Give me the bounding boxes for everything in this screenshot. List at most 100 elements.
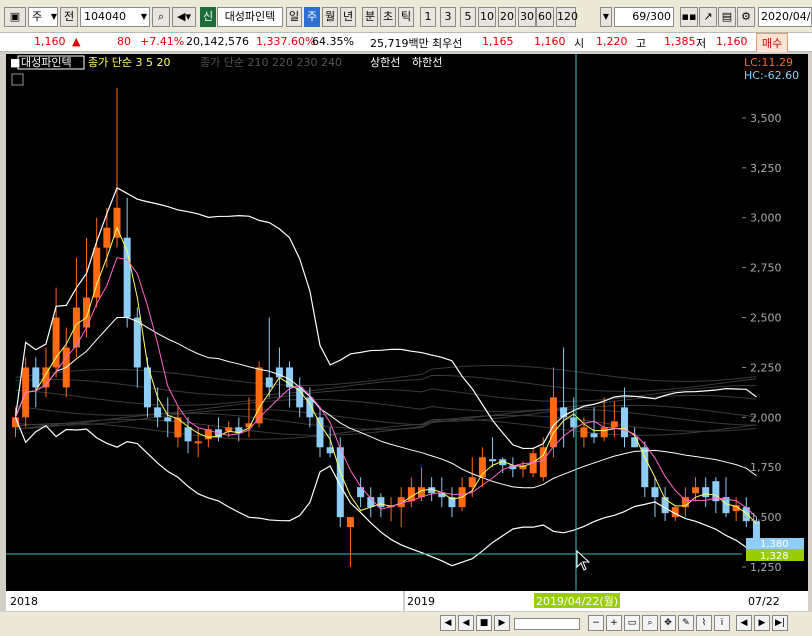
candle-body: [265, 377, 273, 388]
grid-icon: [11, 73, 24, 86]
legend-name: 대성파인텍: [21, 56, 72, 69]
interval-3[interactable]: 3: [440, 7, 456, 27]
open-price: 1,220: [596, 35, 628, 48]
settings-icon[interactable]: ⚙: [737, 7, 755, 27]
candle-body: [621, 407, 628, 438]
candle-body: [600, 427, 608, 438]
last-icon[interactable]: ▶|: [772, 615, 788, 631]
y-tick-label: 1,750: [750, 461, 782, 474]
candle-body: [154, 407, 162, 418]
zoom-out-icon[interactable]: −: [588, 615, 604, 631]
candle-body: [225, 427, 233, 432]
play-icon[interactable]: ▶: [494, 615, 510, 631]
candle-body: [489, 459, 497, 462]
quote-bar: 1,160 ▲ 80 +7.41% 20,142,576 1,337.60% 6…: [0, 32, 812, 53]
y-tick-label: 1,250: [750, 561, 782, 574]
tab-day[interactable]: 일: [286, 7, 302, 27]
low-price: 1,160: [716, 35, 748, 48]
tab-month[interactable]: 월: [322, 7, 338, 27]
search-zoom-icon[interactable]: ⌕: [642, 615, 658, 631]
candle-body: [103, 227, 111, 248]
x-label-2018: 2018: [10, 595, 38, 608]
screen-menu-icon[interactable]: ▣: [4, 7, 26, 27]
tab-year[interactable]: 년: [340, 7, 356, 27]
pan-icon[interactable]: ✥: [660, 615, 676, 631]
legend-square-icon: ■: [10, 56, 20, 69]
y-tick-label: 3,250: [750, 162, 782, 175]
interval-dropdown-icon[interactable]: ▼: [600, 7, 612, 27]
y-tick-label: 1,500: [750, 511, 782, 524]
ask-price: 1,165: [482, 35, 514, 48]
change-percent: +7.41%: [140, 35, 185, 48]
nav-prev-icon[interactable]: ◀: [736, 615, 752, 631]
x-label-2019: 2019: [407, 595, 435, 608]
candle-body: [184, 427, 192, 442]
hc-label: HC:-62.60: [744, 69, 799, 82]
interval-60[interactable]: 60: [536, 7, 554, 27]
scroll-left-icon[interactable]: ◀: [440, 615, 456, 631]
x-label-last: 07/22: [748, 595, 780, 608]
save-icon[interactable]: ▤: [718, 7, 736, 27]
date-field[interactable]: 2020/04/: [758, 7, 812, 27]
search-icon[interactable]: ⌕: [152, 7, 170, 27]
type-select[interactable]: 주 ▼: [28, 7, 58, 27]
zoom-in-icon[interactable]: +: [606, 615, 622, 631]
info-icon[interactable]: i: [714, 615, 730, 631]
crosshair-date: 2019/04/22(월): [536, 595, 618, 608]
up-arrow-icon: ▲: [72, 35, 81, 48]
lc-label: LC:11.29: [744, 56, 793, 69]
chart-area[interactable]: 3,500 3,250 3,000 2,750 2,500 2,250 2,000 1,750…: [0, 52, 812, 612]
candlestick-chart[interactable]: 3,500 3,250 3,000 2,750 2,500 2,250 2,000 1,750…: [0, 52, 812, 612]
stop-icon[interactable]: ■: [476, 615, 492, 631]
interval-120[interactable]: 120: [556, 7, 578, 27]
candle-body: [194, 441, 202, 444]
draw-icon[interactable]: ✎: [678, 615, 694, 631]
tab-minute[interactable]: 분: [362, 7, 378, 27]
chart-type-icon[interactable]: ⌇: [696, 615, 712, 631]
kind-button[interactable]: 전: [60, 7, 78, 27]
fit-icon[interactable]: ▭: [624, 615, 640, 631]
candle-body: [123, 237, 131, 318]
candle-body: [133, 317, 141, 368]
bid-price: 1,160: [534, 35, 566, 48]
trend-icon[interactable]: ↗: [699, 7, 717, 27]
data-count-field[interactable]: 69/300: [614, 7, 674, 27]
interval-10[interactable]: 10: [478, 7, 496, 27]
speaker-icon[interactable]: ◀▾: [172, 7, 196, 27]
play-back-icon[interactable]: ◀: [458, 615, 474, 631]
candle-body: [407, 487, 415, 502]
y-tick-label: 2,000: [750, 411, 782, 424]
tab-week[interactable]: 주: [304, 7, 320, 27]
zoom-slider[interactable]: [514, 618, 580, 630]
interval-20[interactable]: 20: [498, 7, 516, 27]
candle-body: [702, 487, 710, 498]
interval-30[interactable]: 30: [518, 7, 536, 27]
plot-background: [6, 54, 742, 591]
candle-body: [52, 317, 60, 368]
y-tick-label: 2,750: [750, 262, 782, 275]
buy-button[interactable]: 매수: [756, 33, 789, 53]
high-label: 고: [636, 37, 647, 50]
trade-amount: 25,719백만: [370, 37, 429, 50]
candle-body: [651, 487, 659, 498]
candle-body: [316, 417, 324, 448]
best-label: 최우선: [432, 37, 463, 50]
tab-second[interactable]: 초: [380, 7, 396, 27]
candle-body: [377, 497, 385, 508]
legend-ma: 종가 단순 3 5 20: [88, 56, 170, 69]
turnover: 64.35%: [312, 35, 354, 48]
candle-body: [164, 417, 172, 422]
nav-next-icon[interactable]: ▶: [754, 615, 770, 631]
candle-body: [610, 421, 618, 428]
candle-body: [32, 367, 40, 388]
stock-name: 대성파인텍: [217, 7, 283, 27]
interval-1[interactable]: 1: [420, 7, 436, 27]
y-tick-label: 2,500: [750, 312, 782, 325]
tab-tick[interactable]: 틱: [398, 7, 414, 27]
interval-5[interactable]: 5: [460, 7, 476, 27]
compare-icon[interactable]: ▪▪: [680, 7, 698, 27]
y-tick-label: 2,250: [750, 361, 782, 374]
stock-code-input[interactable]: 104040 ▼: [80, 7, 150, 27]
open-label: 시: [574, 37, 585, 50]
candle-body: [641, 447, 649, 488]
